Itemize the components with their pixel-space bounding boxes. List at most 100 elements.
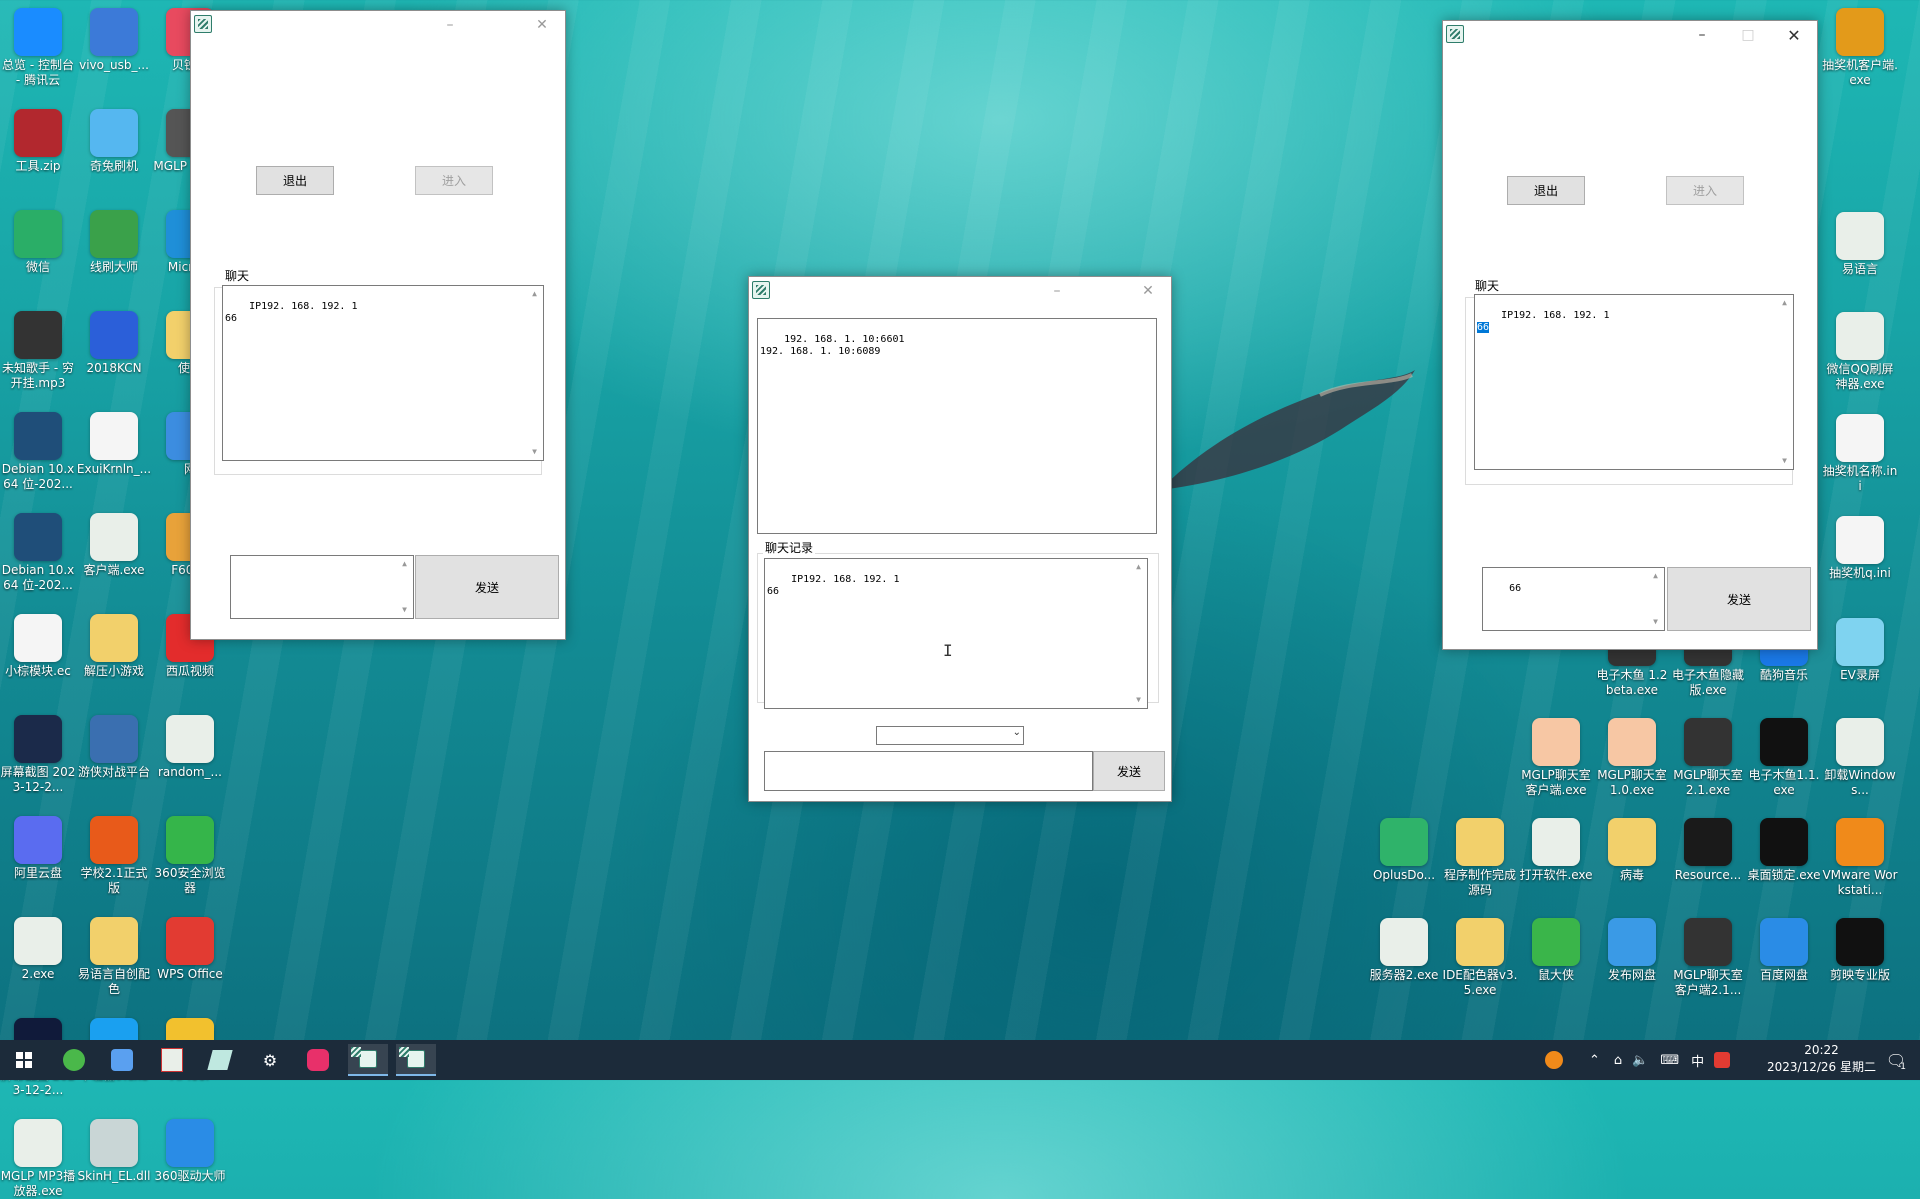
- scroll-down-icon[interactable]: ▼: [527, 445, 542, 459]
- desktop-icon[interactable]: 微信: [0, 210, 76, 275]
- sogou-icon[interactable]: [1714, 1052, 1731, 1068]
- desktop-icon[interactable]: 小棕模块.ec: [0, 614, 76, 679]
- desktop-icon[interactable]: MGLP聊天室客户端.exe: [1518, 718, 1594, 798]
- scroll-up-icon[interactable]: ▲: [1777, 296, 1792, 310]
- minimize-button[interactable]: –: [427, 11, 473, 39]
- desktop-icon[interactable]: 2018KCN: [76, 311, 152, 376]
- desktop-icon[interactable]: EV录屏: [1822, 618, 1898, 683]
- taskbar-app-window-1[interactable]: [348, 1044, 388, 1076]
- minimize-button[interactable]: –: [1679, 21, 1725, 49]
- message-input[interactable]: 66 ▲ ▼: [1482, 567, 1665, 631]
- taskbar-app-window-2[interactable]: [396, 1044, 436, 1076]
- exit-button[interactable]: 退出: [256, 166, 334, 195]
- desktop-icon[interactable]: Resource...: [1670, 818, 1746, 883]
- target-select[interactable]: ⌄: [876, 726, 1024, 745]
- desktop-icon[interactable]: 客户端.exe: [76, 513, 152, 578]
- desktop-icon[interactable]: 总览 - 控制台 - 腾讯云: [0, 8, 76, 88]
- exit-button[interactable]: 退出: [1507, 176, 1585, 205]
- desktop-icon[interactable]: 易语言自创配色: [76, 917, 152, 997]
- chevron-down-icon[interactable]: ⌄: [1013, 727, 1021, 738]
- message-input-scrollbar[interactable]: ▲ ▼: [397, 557, 412, 617]
- network-icon[interactable]: ⌂: [1614, 1053, 1622, 1068]
- message-input-scrollbar[interactable]: ▲ ▼: [1648, 569, 1663, 629]
- send-button[interactable]: 发送: [1093, 751, 1165, 791]
- desktop-icon[interactable]: 抽奖机名称.ini: [1822, 414, 1898, 494]
- desktop-icon[interactable]: 抽奖机q.ini: [1822, 516, 1898, 581]
- desktop-icon[interactable]: 程序制作完成源码: [1442, 818, 1518, 898]
- scroll-up-icon[interactable]: ▲: [397, 557, 412, 571]
- enter-button[interactable]: 进入: [1666, 176, 1744, 205]
- desktop-icon[interactable]: 360驱动大师: [152, 1119, 228, 1184]
- minimize-button[interactable]: –: [1034, 277, 1080, 305]
- desktop-icon[interactable]: 学校2.1正式版: [76, 816, 152, 896]
- chevron-up-icon[interactable]: ⌃: [1589, 1053, 1600, 1068]
- desktop-icon[interactable]: 阿里云盘: [0, 816, 76, 881]
- desktop-icon[interactable]: 游侠对战平台: [76, 715, 152, 780]
- scroll-down-icon[interactable]: ▼: [397, 603, 412, 617]
- desktop-icon[interactable]: 抽奖机客户端.exe: [1822, 8, 1898, 88]
- chat-log-textarea[interactable]: IP192. 168. 192. 1 66 ▲ ▼ I: [764, 558, 1148, 709]
- message-input[interactable]: [764, 751, 1093, 791]
- chat-log-textarea[interactable]: IP192. 168. 192. 1 66 ▲ ▼: [1474, 294, 1794, 470]
- volume-icon[interactable]: 🔈: [1632, 1053, 1648, 1068]
- desktop-icon[interactable]: 卸载Windows...: [1822, 718, 1898, 798]
- taskbar-gear-icon[interactable]: ⚙: [250, 1044, 290, 1076]
- desktop-icon[interactable]: WPS Office: [152, 917, 228, 982]
- desktop-icon[interactable]: MGLP聊天室2.1.exe: [1670, 718, 1746, 798]
- desktop-icon[interactable]: IDE配色器v3.5.exe: [1442, 918, 1518, 998]
- desktop-icon[interactable]: MGLP MP3播放器.exe: [0, 1119, 76, 1199]
- client-list-textarea[interactable]: 192. 168. 1. 10:6601 192. 168. 1. 10:608…: [757, 318, 1157, 534]
- desktop-icon[interactable]: 工具.zip: [0, 109, 76, 174]
- desktop-icon[interactable]: Debian 10.x 64 位-202...: [0, 513, 76, 593]
- taskbar-browser-icon[interactable]: [54, 1044, 94, 1076]
- desktop-icon[interactable]: 鼠大侠: [1518, 918, 1594, 983]
- desktop-icon[interactable]: MGLP聊天室客户端2.1...: [1670, 918, 1746, 998]
- scroll-down-icon[interactable]: ▼: [1777, 454, 1792, 468]
- chat-log-scrollbar[interactable]: ▲ ▼: [527, 287, 542, 459]
- scroll-down-icon[interactable]: ▼: [1131, 693, 1146, 707]
- start-button[interactable]: [4, 1044, 44, 1076]
- close-button[interactable]: ✕: [519, 11, 565, 39]
- desktop-icon[interactable]: 服务器2.exe: [1366, 918, 1442, 983]
- desktop-icon[interactable]: 打开软件.exe: [1518, 818, 1594, 883]
- desktop-icon[interactable]: 奇兔刷机: [76, 109, 152, 174]
- desktop-icon[interactable]: 屏幕截图 2023-12-2...: [0, 715, 76, 795]
- ime-indicator[interactable]: 中: [1691, 1051, 1704, 1070]
- desktop-icon[interactable]: random_...: [152, 715, 228, 780]
- chat-log-textarea[interactable]: IP192. 168. 192. 1 66 ▲ ▼: [222, 285, 544, 461]
- desktop-icon[interactable]: OplusDo...: [1366, 818, 1442, 883]
- send-button[interactable]: 发送: [1667, 567, 1811, 631]
- taskbar-tool-icon[interactable]: [200, 1044, 240, 1076]
- desktop-icon[interactable]: 发布网盘: [1594, 918, 1670, 983]
- desktop-icon[interactable]: VMware Workstati...: [1822, 818, 1898, 898]
- close-button[interactable]: ✕: [1125, 277, 1171, 305]
- desktop-icon[interactable]: 桌面锁定.exe: [1746, 818, 1822, 883]
- desktop-icon[interactable]: 易语言: [1822, 212, 1898, 277]
- tray-app-icon[interactable]: [1545, 1051, 1563, 1069]
- message-input[interactable]: ▲ ▼: [230, 555, 414, 619]
- notification-button[interactable]: 🗨 1: [1876, 1044, 1916, 1076]
- keyboard-icon[interactable]: ⌨: [1660, 1053, 1679, 1068]
- desktop-icon[interactable]: SkinH_EL.dll: [76, 1119, 152, 1184]
- scroll-up-icon[interactable]: ▲: [1648, 569, 1663, 583]
- send-button[interactable]: 发送: [415, 555, 559, 619]
- clock[interactable]: 20:22 2023/12/26 星期二: [1767, 1042, 1876, 1076]
- desktop-icon[interactable]: 线刷大师: [76, 210, 152, 275]
- desktop-icon[interactable]: MGLP聊天室1.0.exe: [1594, 718, 1670, 798]
- taskbar-box-icon[interactable]: [298, 1044, 338, 1076]
- desktop-icon[interactable]: Debian 10.x 64 位-202...: [0, 412, 76, 492]
- desktop-icon[interactable]: 剪映专业版: [1822, 918, 1898, 983]
- close-button[interactable]: ✕: [1771, 21, 1817, 49]
- taskbar-eyuyan-icon[interactable]: [152, 1044, 192, 1076]
- desktop-icon[interactable]: 百度网盘: [1746, 918, 1822, 983]
- scroll-down-icon[interactable]: ▼: [1648, 615, 1663, 629]
- scroll-up-icon[interactable]: ▲: [1131, 560, 1146, 574]
- desktop-icon[interactable]: 未知歌手 - 穷开挂.mp3: [0, 311, 76, 391]
- scroll-up-icon[interactable]: ▲: [527, 287, 542, 301]
- desktop-icon[interactable]: 微信QQ刷屏神器.exe: [1822, 312, 1898, 392]
- chat-log-scrollbar[interactable]: ▲ ▼: [1777, 296, 1792, 468]
- desktop-icon[interactable]: 病毒: [1594, 818, 1670, 883]
- desktop-icon[interactable]: 电子木鱼1.1.exe: [1746, 718, 1822, 798]
- desktop-icon[interactable]: vivo_usb_...: [76, 8, 152, 73]
- desktop-icon[interactable]: 2.exe: [0, 917, 76, 982]
